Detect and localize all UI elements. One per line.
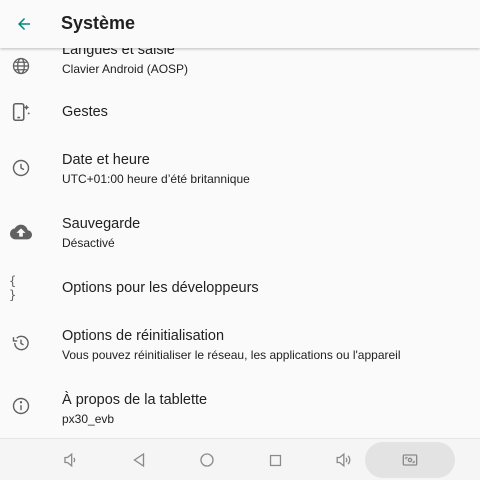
- settings-item-label: Gestes: [62, 104, 108, 120]
- screenshot-button[interactable]: [397, 447, 423, 473]
- settings-item-summary: Désactivé: [62, 236, 115, 250]
- nav-home-button[interactable]: [194, 447, 220, 473]
- clock-icon: [9, 156, 33, 180]
- volume-down-button[interactable]: [57, 447, 83, 473]
- back-button[interactable]: [8, 8, 40, 40]
- settings-item-reset-options[interactable]: Options de réinitialisation Vous pouvez …: [0, 328, 480, 390]
- settings-item-date-time[interactable]: Date et heure UTC+01:00 heure d’été brit…: [0, 146, 480, 208]
- gestures-icon: [9, 100, 33, 124]
- settings-item-gestures[interactable]: Gestes: [0, 82, 480, 144]
- history-icon: [9, 331, 33, 355]
- settings-item-label: À propos de la tablette: [62, 392, 208, 408]
- settings-item-label: Sauvegarde: [62, 216, 141, 232]
- home-icon: [200, 453, 214, 467]
- settings-item-summary: px30_evb: [62, 412, 115, 426]
- settings-item-about-tablet[interactable]: À propos de la tablette px30_evb: [0, 392, 480, 438]
- back-icon: [133, 452, 145, 468]
- settings-item-label: Options pour les développeurs: [62, 280, 259, 296]
- settings-item-label: Langues et saisie: [62, 48, 175, 58]
- info-icon: [9, 394, 33, 418]
- settings-list: Langues et saisie Clavier Android (AOSP)…: [0, 48, 480, 438]
- arrow-back-icon: [18, 18, 30, 30]
- navigation-bar: [0, 438, 480, 480]
- settings-item-developer-options[interactable]: { } Options pour les développeurs: [0, 274, 480, 336]
- nav-recents-button[interactable]: [262, 447, 288, 473]
- settings-item-label: Options de réinitialisation: [62, 328, 225, 344]
- globe-icon: [9, 54, 33, 78]
- volume-down-icon: [64, 452, 76, 468]
- app-bar: Système: [0, 0, 480, 48]
- settings-item-summary: UTC+01:00 heure d’été britannique: [62, 172, 250, 186]
- nav-back-button[interactable]: [126, 447, 152, 473]
- recents-icon: [269, 454, 281, 466]
- cloud-upload-icon: [9, 220, 33, 244]
- braces-icon: { }: [9, 274, 18, 302]
- settings-item-summary: Clavier Android (AOSP): [62, 62, 189, 76]
- volume-up-icon: [336, 452, 351, 468]
- volume-up-button[interactable]: [330, 447, 356, 473]
- settings-item-backup[interactable]: Sauvegarde Désactivé: [0, 210, 480, 272]
- page-title: Système: [61, 13, 136, 33]
- settings-item-label: Date et heure: [62, 152, 150, 168]
- settings-item-summary: Vous pouvez réinitialiser le réseau, les…: [62, 348, 401, 362]
- screenshot-icon: [402, 454, 418, 466]
